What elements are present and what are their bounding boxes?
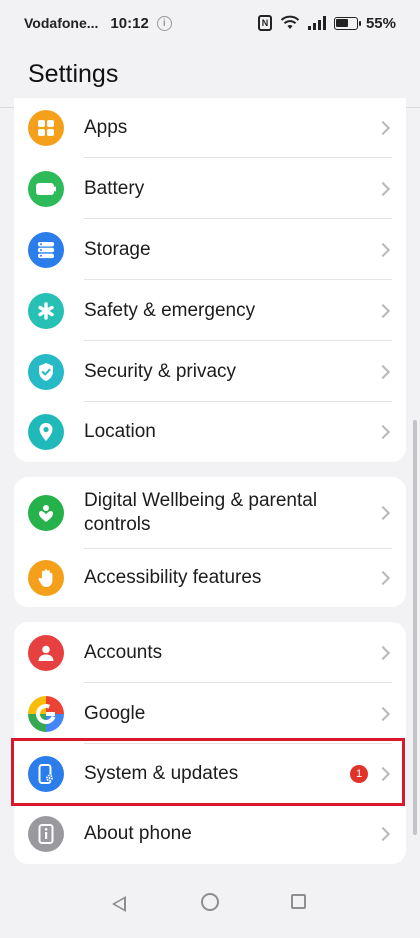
google-icon [28,695,64,732]
settings-group-3: Accounts Google System & updates 1 About… [14,622,406,864]
settings-item-label: Accounts [84,641,163,663]
chevron-right-icon [375,766,391,782]
settings-item-google[interactable]: Google [14,683,406,744]
battery-status-icon [333,16,361,30]
battery-icon [28,170,64,207]
chevron-right-icon [375,505,391,521]
settings-item-label: Google [84,702,146,724]
recent-apps-icon[interactable] [291,894,306,909]
chevron-right-icon [375,645,391,660]
settings-item-label: Apps [84,117,128,138]
storage-icon [28,231,64,268]
battery-percentage: 55% [365,14,396,32]
settings-item-label: Storage [84,238,151,260]
phone-gear-icon [28,756,64,792]
wifi-icon [280,15,300,29]
chevron-right-icon [375,424,391,440]
settings-item-label: Security & privacy [84,360,237,382]
settings-item-safety-emergency[interactable]: Safety & emergency [14,280,406,341]
settings-item-accounts[interactable]: Accounts [14,622,406,683]
nfc-icon: N [257,15,272,31]
carrier-name: Vodafone... [24,15,99,31]
chevron-right-icon [375,120,391,136]
chevron-right-icon [375,826,391,842]
settings-item-label: Safety & emergency [84,299,256,321]
settings-item-security-privacy[interactable]: Security & privacy [14,341,406,402]
location-pin-icon [28,414,64,450]
settings-item-label: Accessibility features [84,567,262,588]
clock: 10:12 [110,14,149,32]
settings-item-digital-wellbeing[interactable]: Digital Wellbeing & parental controls [14,477,406,549]
settings-item-system-updates[interactable]: System & updates 1 [14,744,406,804]
signal-icon [307,16,326,30]
person-icon [28,634,64,671]
settings-item-apps[interactable]: Apps [14,98,406,158]
chevron-right-icon [375,570,391,586]
scrollbar[interactable] [413,420,417,835]
info-icon: i [156,15,172,31]
settings-item-storage[interactable]: Storage [14,219,406,280]
chevron-right-icon [375,181,391,196]
settings-item-label: Location [84,421,156,442]
asterisk-icon [28,292,64,329]
settings-item-location[interactable]: Location [14,402,406,462]
settings-item-label: Battery [84,177,145,199]
settings-item-label: System & updates [84,763,239,784]
hand-icon [28,560,64,596]
settings-item-label: Digital Wellbeing & parental controls [84,490,318,535]
chevron-right-icon [375,364,391,379]
settings-item-about-phone[interactable]: About phone [14,804,406,864]
info-phone-icon [28,816,64,852]
shield-check-icon [28,353,64,390]
chevron-right-icon [375,303,391,318]
navigation-bar [0,886,420,938]
status-bar: Vodafone... 10:12 i N 55% [0,0,420,46]
home-icon[interactable] [201,893,219,911]
settings-item-accessibility[interactable]: Accessibility features [14,549,406,607]
settings-group-2: Digital Wellbeing & parental controls Ac… [14,477,406,607]
wellbeing-icon [28,495,64,531]
settings-item-battery[interactable]: Battery [14,158,406,219]
settings-group-1: Apps Battery Storage Safety & emergency [14,98,406,462]
back-icon[interactable] [112,896,126,912]
notification-badge: 1 [350,765,368,783]
apps-icon [28,110,64,146]
settings-item-label: About phone [84,823,192,844]
chevron-right-icon [375,242,391,257]
page-title: Settings [28,60,119,88]
chevron-right-icon [375,706,391,721]
